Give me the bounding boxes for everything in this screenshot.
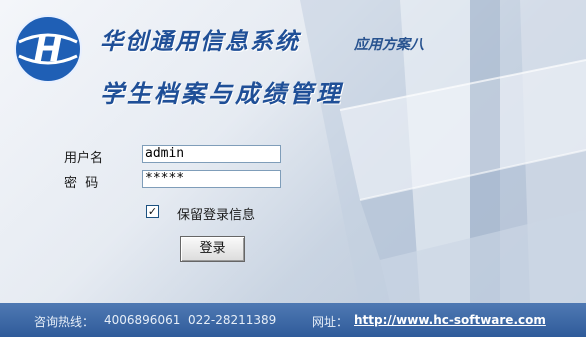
hotline-numbers: 4006896061 022-28211389 <box>104 313 277 327</box>
username-field[interactable]: admin <box>142 145 281 163</box>
login-button[interactable]: 登录 <box>180 236 245 262</box>
app-title: 华创通用信息系统 <box>100 29 300 55</box>
password-label: 密 码 <box>64 176 99 191</box>
app-subtitle: 应用方案八 <box>354 37 424 53</box>
company-logo: H <box>14 15 82 83</box>
svg-text:H: H <box>34 30 62 70</box>
remember-label: 保留登录信息 <box>177 208 256 223</box>
username-label: 用户名 <box>64 151 104 166</box>
footer-bar: 咨询热线： 4006896061 022-28211389 网址： http:/… <box>0 303 586 337</box>
remember-checkbox[interactable]: ✓ <box>146 205 159 218</box>
website-link[interactable]: http://www.hc-software.com <box>354 313 546 327</box>
login-window: H 华创通用信息系统 应用方案八 学生档案与成绩管理 用户名 admin 密 码… <box>0 0 586 337</box>
website-label: 网址： <box>312 315 349 329</box>
module-title: 学生档案与成绩管理 <box>100 80 343 108</box>
password-field[interactable]: ***** <box>142 170 281 188</box>
hotline-label: 咨询热线： <box>34 315 95 329</box>
